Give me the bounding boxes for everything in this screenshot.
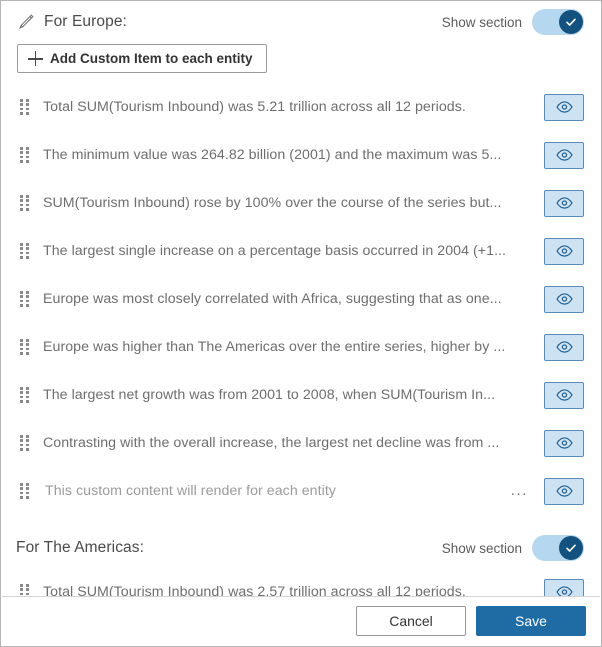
list-item-text: The largest single increase on a percent… bbox=[43, 243, 507, 259]
eye-icon bbox=[555, 485, 573, 497]
pencil-icon bbox=[19, 14, 34, 29]
visibility-toggle-button[interactable] bbox=[544, 333, 584, 361]
list-item-text: Europe was higher than The Americas over… bbox=[43, 339, 506, 355]
list-item-text: Europe was most closely correlated with … bbox=[43, 291, 502, 307]
eye-icon bbox=[555, 197, 573, 209]
list-item[interactable]: SUM(Tourism Inbound) rose by 100% over t… bbox=[2, 179, 600, 227]
drag-handle-icon[interactable] bbox=[20, 99, 29, 115]
drag-handle-icon[interactable] bbox=[20, 243, 29, 259]
drag-handle-icon[interactable] bbox=[20, 147, 29, 163]
list-item-text: The largest net growth was from 2001 to … bbox=[43, 387, 496, 403]
visibility-toggle-button[interactable] bbox=[544, 429, 584, 457]
drag-handle-icon[interactable] bbox=[20, 339, 29, 355]
show-section-label: Show section bbox=[441, 540, 522, 556]
cancel-button[interactable]: Cancel bbox=[356, 606, 466, 636]
custom-content-input[interactable]: This custom content will render for each… bbox=[43, 483, 511, 499]
overflow-menu-icon[interactable]: ... bbox=[511, 483, 528, 498]
list-item[interactable]: The largest net growth was from 2001 to … bbox=[2, 371, 600, 419]
section-title: For Europe: bbox=[44, 13, 127, 30]
check-icon bbox=[566, 544, 576, 552]
toggle-knob bbox=[559, 536, 583, 560]
list-item[interactable]: Europe was higher than The Americas over… bbox=[2, 323, 600, 371]
section-header-europe: For Europe: Show section bbox=[2, 2, 600, 42]
visibility-toggle-button[interactable] bbox=[544, 477, 584, 505]
visibility-toggle-button[interactable] bbox=[544, 285, 584, 313]
list-item[interactable]: Contrasting with the overall increase, t… bbox=[2, 419, 600, 467]
list-item-text: Total SUM(Tourism Inbound) was 5.21 tril… bbox=[43, 99, 466, 115]
drag-handle-icon[interactable] bbox=[20, 195, 29, 211]
plus-icon bbox=[28, 51, 43, 66]
eye-icon bbox=[555, 437, 573, 449]
custom-content-dialog: For Europe: Show section Add Custom Item… bbox=[0, 0, 602, 647]
eye-icon bbox=[555, 245, 573, 257]
add-custom-item-button[interactable]: Add Custom Item to each entity bbox=[17, 44, 267, 73]
visibility-toggle-button[interactable] bbox=[544, 237, 584, 265]
section-header-the-americas: For The Americas: Show section bbox=[2, 528, 600, 568]
list-item-text: Contrasting with the overall increase, t… bbox=[43, 435, 500, 451]
save-button[interactable]: Save bbox=[476, 606, 586, 636]
list-item[interactable]: Total SUM(Tourism Inbound) was 2.57 tril… bbox=[2, 568, 600, 598]
eye-icon bbox=[555, 389, 573, 401]
check-icon bbox=[566, 18, 576, 26]
drag-handle-icon[interactable] bbox=[20, 387, 29, 403]
eye-icon bbox=[555, 293, 573, 305]
eye-icon bbox=[555, 149, 573, 161]
drag-handle-icon[interactable] bbox=[20, 291, 29, 307]
list-item-text: The minimum value was 264.82 billion (20… bbox=[43, 147, 502, 163]
add-custom-item-row: Add Custom Item to each entity bbox=[2, 42, 600, 83]
show-section-toggle-europe[interactable] bbox=[532, 9, 584, 35]
list-item[interactable]: The largest single increase on a percent… bbox=[2, 227, 600, 275]
visibility-toggle-button[interactable] bbox=[544, 93, 584, 121]
list-item-text: SUM(Tourism Inbound) rose by 100% over t… bbox=[43, 195, 502, 211]
dialog-footer: Cancel Save bbox=[2, 596, 600, 645]
eye-icon bbox=[555, 101, 573, 113]
show-section-label: Show section bbox=[441, 14, 522, 30]
show-section-toggle-the-americas[interactable] bbox=[532, 535, 584, 561]
visibility-toggle-button[interactable] bbox=[544, 381, 584, 409]
visibility-toggle-button[interactable] bbox=[544, 141, 584, 169]
list-item[interactable]: The minimum value was 264.82 billion (20… bbox=[2, 131, 600, 179]
section-title: For The Americas: bbox=[16, 539, 145, 556]
sections-scroll-area[interactable]: For Europe: Show section Add Custom Item… bbox=[2, 2, 600, 598]
list-item[interactable]: Europe was most closely correlated with … bbox=[2, 275, 600, 323]
drag-handle-icon[interactable] bbox=[20, 435, 29, 451]
add-custom-item-label: Add Custom Item to each entity bbox=[50, 51, 253, 66]
eye-icon bbox=[555, 341, 573, 353]
toggle-knob bbox=[559, 10, 583, 34]
list-item-custom-content[interactable]: This custom content will render for each… bbox=[2, 467, 600, 515]
visibility-toggle-button[interactable] bbox=[544, 189, 584, 217]
list-item[interactable]: Total SUM(Tourism Inbound) was 5.21 tril… bbox=[2, 83, 600, 131]
drag-handle-icon[interactable] bbox=[20, 483, 29, 499]
